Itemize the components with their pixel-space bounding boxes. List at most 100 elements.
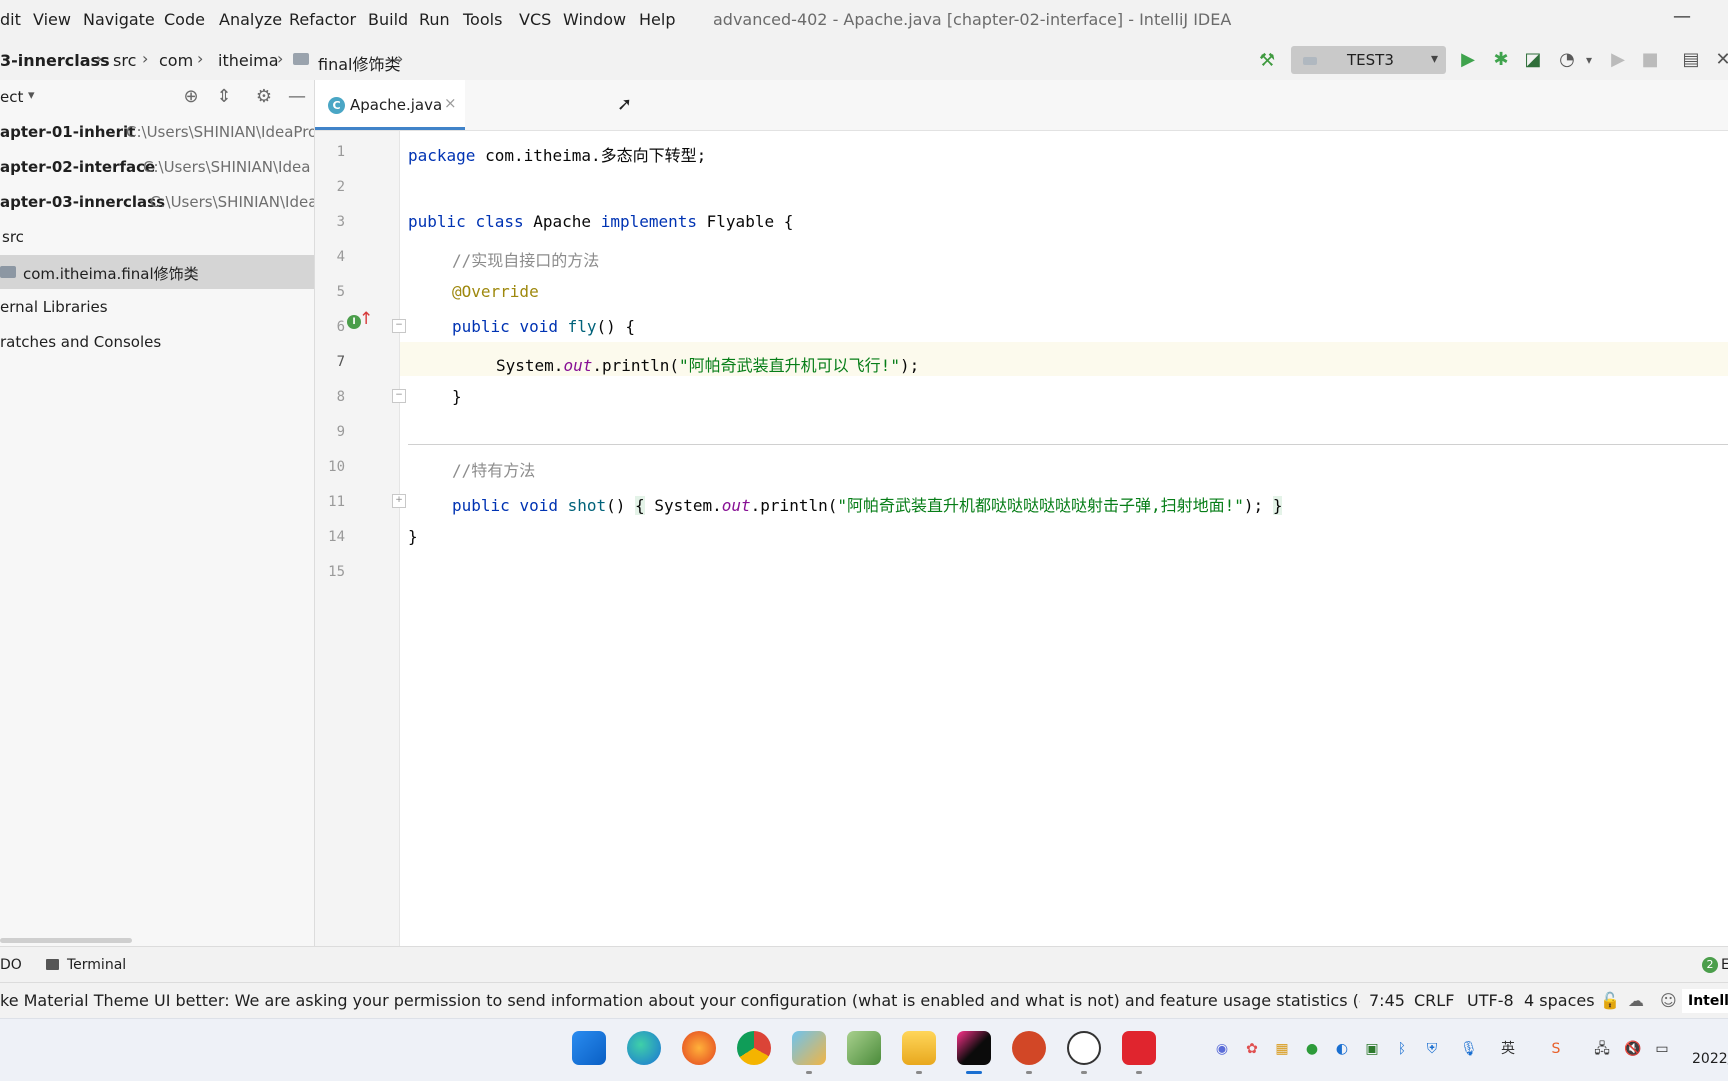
user-icon[interactable]: ☺ bbox=[1660, 991, 1677, 1010]
run-icon[interactable]: ▶ bbox=[1457, 49, 1479, 70]
tree-item-chapter-01[interactable]: apter-01-inherit C:\Users\SHINIAN\IdeaPr… bbox=[0, 115, 314, 149]
event-log-badge[interactable]: 2 bbox=[1702, 957, 1718, 973]
menu-navigate[interactable]: Navigate bbox=[83, 10, 155, 29]
horizontal-scrollbar[interactable] bbox=[0, 938, 132, 943]
chrome-icon[interactable] bbox=[737, 1031, 771, 1065]
tree-item-src[interactable]: src bbox=[0, 220, 314, 254]
windows-start-icon[interactable] bbox=[572, 1031, 606, 1065]
tray-app-icon[interactable]: ● bbox=[1304, 1041, 1320, 1057]
fold-end-icon[interactable]: − bbox=[392, 389, 406, 403]
menu-help[interactable]: Help bbox=[639, 10, 675, 29]
tray-app-icon[interactable]: ▦ bbox=[1274, 1041, 1290, 1057]
breadcrumb-src[interactable]: src bbox=[113, 51, 136, 70]
tray-app-icon[interactable]: ◉ bbox=[1214, 1041, 1230, 1057]
line-number: 3 bbox=[336, 214, 345, 230]
folded-brace[interactable]: } bbox=[1272, 496, 1283, 515]
code-line[interactable]: //实现自接口的方法 bbox=[452, 247, 599, 271]
resume-icon[interactable]: ▶ bbox=[1607, 49, 1629, 70]
menu-analyze[interactable]: Analyze bbox=[219, 10, 282, 29]
minimize-button[interactable]: — bbox=[1670, 6, 1694, 30]
volume-muted-icon[interactable]: 🔇 bbox=[1624, 1041, 1641, 1057]
tree-item-external-libraries[interactable]: ernal Libraries bbox=[0, 290, 314, 324]
menu-edit[interactable]: dit bbox=[0, 10, 21, 29]
menu-window[interactable]: Window bbox=[563, 10, 626, 29]
tray-app-icon[interactable]: S bbox=[1548, 1041, 1564, 1057]
coverage-icon[interactable]: ◪ bbox=[1522, 49, 1544, 70]
tray-app-icon[interactable]: ▣ bbox=[1364, 1041, 1380, 1057]
tree-item-chapter-02[interactable]: apter-02-interface C:\Users\SHINIAN\Idea bbox=[0, 150, 314, 184]
code-line[interactable]: System.out.println("阿帕奇武装直升机可以飞行!"); bbox=[496, 352, 919, 376]
annotation: @Override bbox=[452, 282, 539, 301]
inspection-icon[interactable]: ☁ bbox=[1628, 991, 1644, 1010]
paint-icon[interactable] bbox=[792, 1031, 826, 1065]
close-icon[interactable]: × bbox=[444, 94, 457, 112]
menu-tools[interactable]: Tools bbox=[463, 10, 502, 29]
intellij-icon[interactable] bbox=[957, 1031, 991, 1065]
system-clock[interactable]: 2022/ bbox=[1692, 1051, 1728, 1067]
tray-app-icon[interactable]: ◐ bbox=[1334, 1041, 1350, 1057]
line-separator-selector[interactable]: CRLF bbox=[1414, 991, 1454, 1010]
code-line[interactable]: //特有方法 bbox=[452, 457, 535, 481]
todo-tool-button[interactable]: DO bbox=[0, 957, 22, 973]
profile-icon[interactable]: ◔ bbox=[1556, 49, 1578, 70]
close-icon[interactable]: ✕ bbox=[1712, 49, 1728, 70]
hide-icon[interactable]: — bbox=[286, 86, 308, 107]
network-icon[interactable]: 🖧 bbox=[1594, 1041, 1610, 1057]
indent-selector[interactable]: 4 spaces bbox=[1524, 991, 1595, 1010]
code-line[interactable]: public class Apache implements Flyable { bbox=[408, 212, 793, 231]
debug-icon[interactable]: ✱ bbox=[1490, 49, 1512, 70]
breadcrumb-com[interactable]: com bbox=[159, 51, 193, 70]
xmind-icon[interactable] bbox=[1122, 1031, 1156, 1065]
clock-app-icon[interactable] bbox=[1067, 1031, 1101, 1065]
bluetooth-icon[interactable]: ᛒ bbox=[1394, 1041, 1410, 1057]
collapse-all-icon[interactable]: ⇕ bbox=[213, 86, 235, 107]
tab-apache-java[interactable]: C Apache.java × bbox=[315, 80, 465, 130]
tree-item-chapter-03[interactable]: apter-03-innerclass C:\Users\SHINIAN\Ide… bbox=[0, 185, 314, 219]
encoding-selector[interactable]: UTF-8 bbox=[1467, 991, 1514, 1010]
event-log-label[interactable]: E bbox=[1721, 957, 1728, 973]
code-line[interactable]: package com.itheima.多态向下转型; bbox=[408, 142, 706, 166]
terminal-tool-button[interactable]: Terminal bbox=[67, 957, 126, 973]
build-hammer-icon[interactable]: ⚒ bbox=[1259, 50, 1275, 71]
tray-app-icon[interactable]: ✿ bbox=[1244, 1041, 1260, 1057]
tree-item-scratches[interactable]: ratches and Consoles bbox=[0, 325, 314, 359]
gear-icon[interactable]: ⚙ bbox=[253, 86, 275, 107]
menu-refactor[interactable]: Refactor bbox=[289, 10, 356, 29]
code-line[interactable]: } bbox=[452, 387, 462, 406]
code-line[interactable]: } bbox=[408, 527, 418, 546]
microphone-icon[interactable]: 🎙 bbox=[1460, 1041, 1478, 1057]
code-line[interactable]: @Override bbox=[452, 282, 539, 301]
menu-run[interactable]: Run bbox=[419, 10, 450, 29]
breadcrumb-itheima[interactable]: itheima bbox=[218, 51, 279, 70]
status-message[interactable]: ke Material Theme UI better: We are aski… bbox=[0, 991, 1360, 1010]
caret-position[interactable]: 7:45 bbox=[1369, 991, 1405, 1010]
code-line[interactable]: public void fly() { bbox=[452, 317, 635, 336]
fold-expand-icon[interactable]: + bbox=[392, 494, 406, 508]
security-shield-icon[interactable]: ⛨ bbox=[1424, 1041, 1440, 1057]
edge-icon[interactable] bbox=[627, 1031, 661, 1065]
fold-collapse-icon[interactable]: − bbox=[392, 319, 406, 333]
code-line[interactable]: public void shot() { System.out.println(… bbox=[452, 492, 1283, 516]
breadcrumb-package[interactable]: final修饰类 bbox=[318, 51, 400, 75]
folded-brace[interactable]: { bbox=[635, 496, 645, 515]
input-method-icon[interactable]: 英 bbox=[1500, 1041, 1516, 1057]
notepad-icon[interactable] bbox=[847, 1031, 881, 1065]
breadcrumb-module[interactable]: 3-innerclass bbox=[0, 51, 110, 70]
project-view-selector[interactable]: ect bbox=[0, 88, 23, 106]
lock-icon[interactable]: 🔓 bbox=[1600, 991, 1620, 1010]
chevron-down-icon[interactable]: ▾ bbox=[28, 88, 35, 103]
menu-view[interactable]: View bbox=[33, 10, 71, 29]
locate-icon[interactable]: ⊕ bbox=[180, 86, 202, 107]
tree-item-package[interactable]: com.itheima.final修饰类 bbox=[0, 255, 314, 289]
battery-icon[interactable]: ▭ bbox=[1654, 1041, 1670, 1057]
powerpoint-icon[interactable] bbox=[1012, 1031, 1046, 1065]
chevron-down-icon[interactable]: ▾ bbox=[1578, 53, 1600, 67]
run-configuration-dropdown[interactable]: TEST3 ▾ bbox=[1291, 46, 1446, 74]
menu-build[interactable]: Build bbox=[368, 10, 408, 29]
menu-vcs[interactable]: VCS bbox=[519, 10, 551, 29]
firefox-icon[interactable] bbox=[682, 1031, 716, 1065]
stop-icon[interactable]: ■ bbox=[1639, 49, 1661, 70]
project-structure-icon[interactable]: ▤ bbox=[1680, 49, 1702, 70]
menu-code[interactable]: Code bbox=[164, 10, 205, 29]
file-explorer-icon[interactable] bbox=[902, 1031, 936, 1065]
